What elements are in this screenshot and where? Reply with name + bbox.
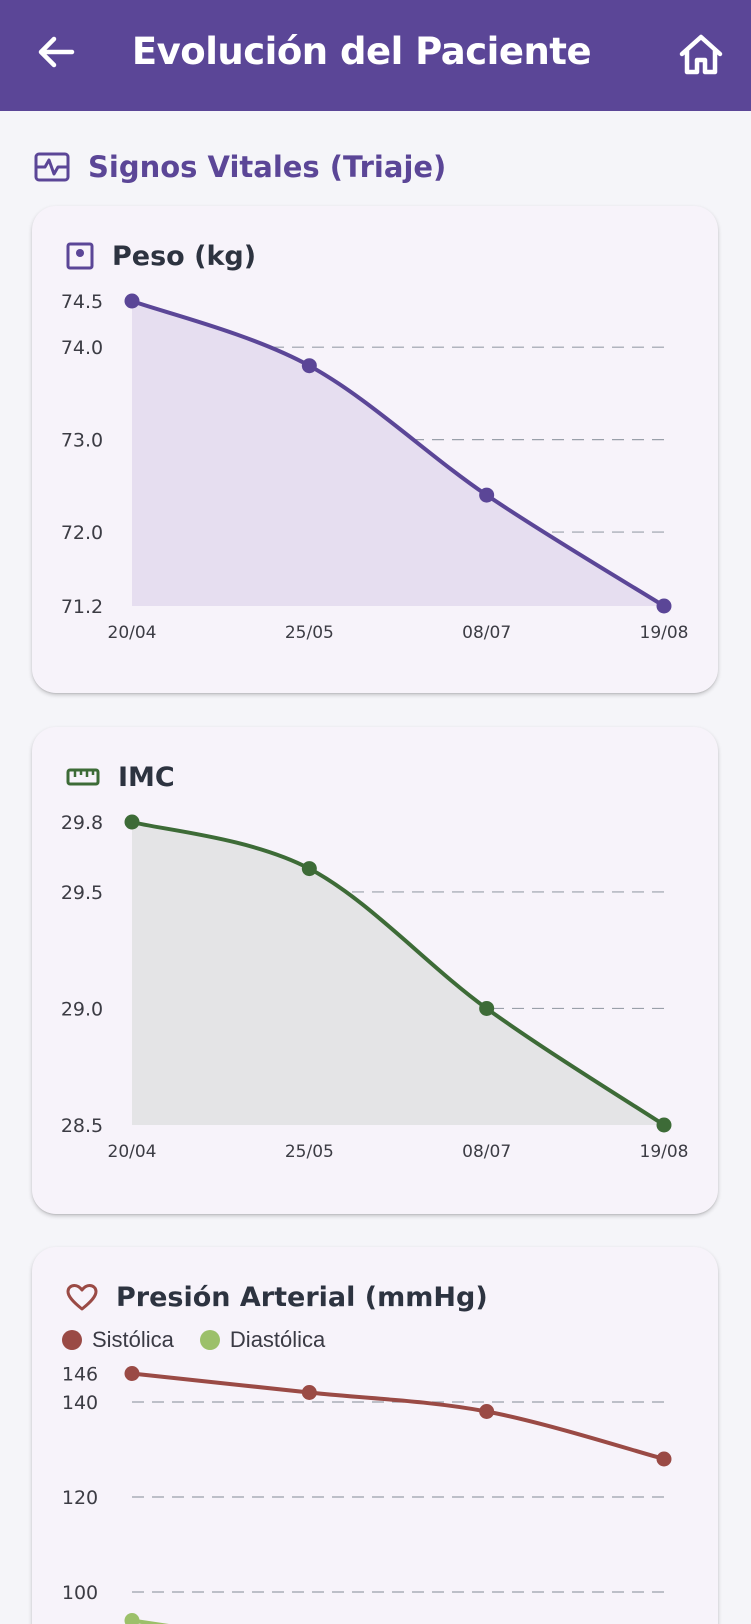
- x-tick-label: 19/08: [640, 1142, 689, 1162]
- section-title: Signos Vitales (Triaje): [88, 150, 447, 184]
- y-tick-label: 120: [62, 1487, 98, 1509]
- y-tick-label: 74.5: [61, 291, 103, 313]
- systolic-point: [656, 1451, 672, 1467]
- y-tick-label: 146: [62, 1364, 98, 1386]
- y-tick-label: 29.5: [61, 882, 103, 904]
- y-tick-label: 29.0: [61, 998, 103, 1020]
- data-point: [124, 293, 140, 309]
- vital-signs-icon: [34, 152, 70, 182]
- x-tick-label: 25/05: [285, 623, 334, 643]
- y-tick-label: 74.0: [61, 337, 103, 359]
- x-tick-label: 08/07: [462, 1142, 511, 1162]
- section-header: Signos Vitales (Triaje): [34, 145, 446, 189]
- app-bar: Evolución del Paciente: [0, 0, 751, 111]
- y-tick-label: 100: [62, 1582, 98, 1604]
- y-tick-label: 28.5: [61, 1115, 103, 1137]
- data-point: [301, 861, 317, 877]
- area-fill: [132, 822, 664, 1125]
- y-tick-label: 72.0: [61, 522, 103, 544]
- systolic-point: [301, 1385, 317, 1400]
- weight-card: Peso (kg) 74.5 74.0 73.0 72.0 71.2 20/04 25/05…: [32, 206, 718, 693]
- x-tick-label: 08/07: [462, 623, 511, 643]
- data-point: [656, 1117, 672, 1133]
- systolic-point: [124, 1366, 140, 1381]
- data-point: [124, 814, 140, 830]
- x-tick-label: 20/04: [108, 1142, 157, 1162]
- y-tick-label: 71.2: [61, 596, 103, 618]
- x-tick-label: 19/08: [640, 623, 689, 643]
- data-point: [301, 358, 317, 374]
- blood-pressure-card: Presión Arterial (mmHg) Sistólica Diastó…: [32, 1247, 718, 1624]
- blood-pressure-chart: 146 140 120 100: [62, 1364, 672, 1624]
- page-title: Evolución del Paciente: [131, 30, 592, 73]
- bmi-chart: 29.8 29.5 29.0 28.520/04 25/05 08/07 19/08: [61, 812, 689, 1162]
- data-point: [656, 598, 672, 614]
- diastolic-point: [124, 1613, 140, 1624]
- bmi-card: IMC 29.8 29.5 29.0 28.5 20/04 25/05 08/07 19/08: [32, 727, 718, 1214]
- y-tick-label: 140: [62, 1392, 98, 1414]
- y-tick-label: 73.0: [61, 430, 103, 452]
- y-tick-label: 29.8: [61, 812, 103, 834]
- home-icon[interactable]: [676, 30, 726, 80]
- diastolic-line: [131, 1618, 169, 1624]
- data-point: [479, 1000, 495, 1016]
- systolic-point: [479, 1404, 495, 1419]
- x-tick-label: 25/05: [285, 1142, 334, 1162]
- weight-chart: 74.5 74.0 73.0 72.0 71.220/04 25/05 08/07 19/08: [61, 291, 689, 643]
- data-point: [479, 487, 495, 503]
- x-tick-label: 20/04: [108, 623, 157, 643]
- systolic-line: [131, 1371, 665, 1461]
